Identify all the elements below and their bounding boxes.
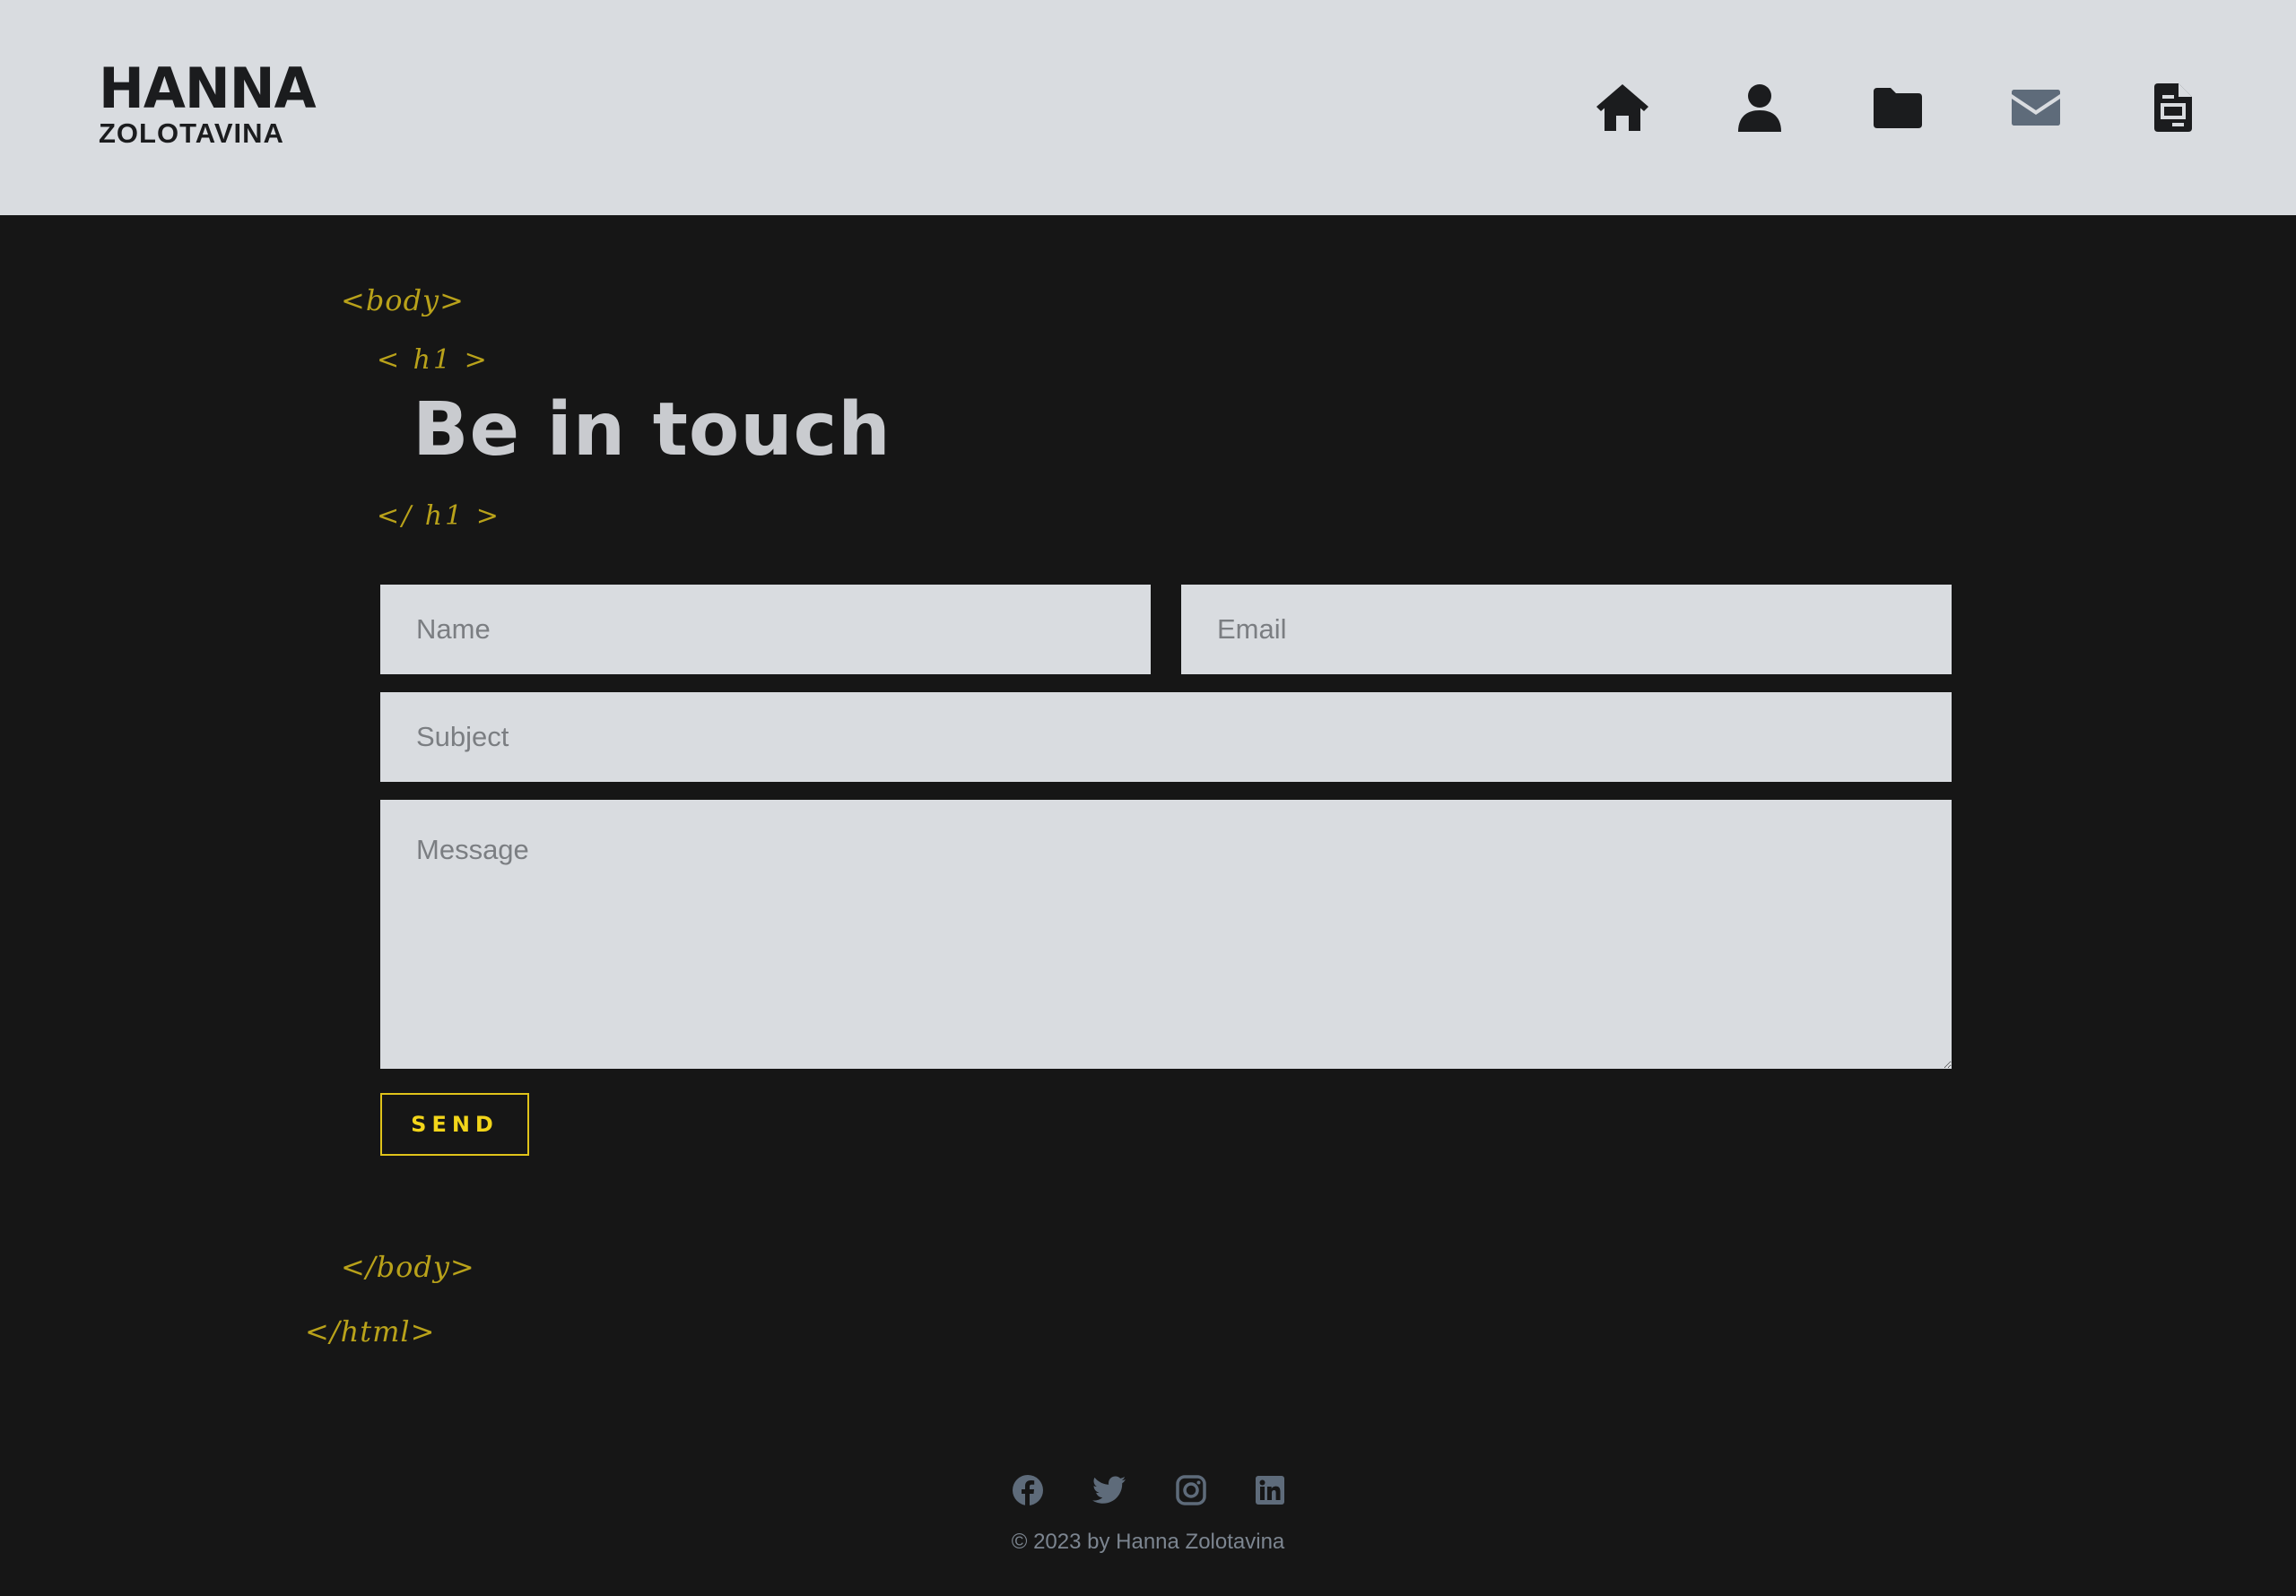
body-open-tag: <body> xyxy=(341,283,465,317)
logo-first-name: HANNA xyxy=(99,56,317,121)
nav-about[interactable] xyxy=(1731,81,1788,134)
page-title: Be in touch xyxy=(413,387,891,473)
facebook-link[interactable] xyxy=(1010,1469,1046,1512)
instagram-icon xyxy=(1176,1475,1206,1505)
instagram-link[interactable] xyxy=(1173,1469,1209,1512)
html-close-tag: </html> xyxy=(305,1314,436,1349)
nav-portfolio[interactable] xyxy=(1869,81,1926,134)
send-button[interactable]: SEND xyxy=(380,1093,529,1156)
logo[interactable]: HANNA ZOLOTAVINA xyxy=(99,61,320,149)
body-close-tag: </body> xyxy=(341,1250,475,1284)
twitter-link[interactable] xyxy=(1091,1469,1127,1512)
nav-resume[interactable] xyxy=(2144,81,2202,134)
folder-icon xyxy=(1874,88,1922,128)
nav-home[interactable] xyxy=(1594,81,1651,134)
copyright-text: © 2023 by Hanna Zolotavina xyxy=(1011,1530,1285,1554)
facebook-icon xyxy=(1013,1475,1043,1505)
envelope-icon xyxy=(2012,90,2060,126)
document-icon xyxy=(2154,83,2192,132)
h1-close-tag: </ h1 > xyxy=(377,500,501,532)
home-icon xyxy=(1596,84,1648,131)
name-input[interactable] xyxy=(380,585,1151,674)
twitter-icon xyxy=(1092,1476,1126,1504)
user-icon xyxy=(1738,84,1781,132)
nav-contact[interactable] xyxy=(2007,81,2065,134)
logo-last-name: ZOLOTAVINA xyxy=(99,117,284,149)
email-input[interactable] xyxy=(1181,585,1952,674)
subject-input[interactable] xyxy=(380,692,1952,782)
linkedin-icon xyxy=(1256,1476,1284,1505)
site-header: HANNA ZOLOTAVINA xyxy=(0,0,2296,215)
message-textarea[interactable] xyxy=(380,800,1952,1069)
h1-open-tag: < h1 > xyxy=(377,344,490,376)
social-links xyxy=(0,1469,2296,1512)
linkedin-link[interactable] xyxy=(1252,1469,1288,1512)
